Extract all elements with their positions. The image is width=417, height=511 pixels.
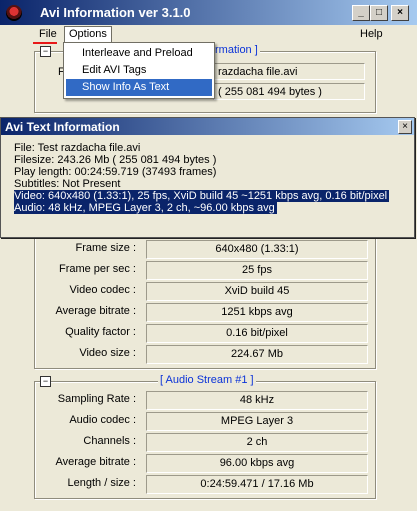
text-line-audio: Audio: 48 kHz, MPEG Layer 3, 2 ch, ~96.0… bbox=[14, 202, 277, 214]
text-info-window: Avi Text Information × File: Test razdac… bbox=[0, 117, 415, 238]
text-line-filesize: Filesize: 243.26 Mb ( 255 081 494 bytes … bbox=[14, 154, 217, 166]
options-dropdown: Interleave and Preload Edit AVI Tags Sho… bbox=[63, 42, 215, 99]
text-window-title: Avi Text Information bbox=[5, 120, 120, 134]
audio-field-label: Channels : bbox=[83, 435, 136, 447]
text-line-subtitles: Subtitles: Not Present bbox=[14, 178, 121, 190]
file-menu-underline bbox=[33, 42, 57, 44]
audio-field-value: 0:24:59.471 / 17.16 Mb bbox=[146, 475, 368, 494]
video-field-value: 0.16 bit/pixel bbox=[146, 324, 368, 343]
window-title: Avi Information ver 3.1.0 bbox=[40, 5, 191, 20]
audio-field-label: Sampling Rate : bbox=[57, 393, 136, 405]
menu-item-show-info-as-text[interactable]: Show Info As Text bbox=[66, 79, 212, 96]
text-window-title-bar[interactable]: Avi Text Information × bbox=[1, 118, 414, 135]
file-section-title: rmation ] bbox=[213, 44, 260, 56]
menu-item-interleave-preload[interactable]: Interleave and Preload bbox=[66, 45, 212, 62]
title-bar[interactable]: Avi Information ver 3.1.0 _ □ × bbox=[0, 0, 417, 25]
video-field-value: 224.67 Mb bbox=[146, 345, 368, 364]
audio-field-value: 2 ch bbox=[146, 433, 368, 452]
menu-help[interactable]: Help bbox=[356, 26, 387, 42]
minimize-button[interactable]: _ bbox=[352, 5, 370, 21]
audio-section-title: [ Audio Stream #1 ] bbox=[158, 374, 256, 386]
close-button[interactable]: × bbox=[391, 5, 409, 21]
text-line-video: Video: 640x480 (1.33:1), 25 fps, XviD bu… bbox=[14, 190, 390, 202]
app-logo-icon[interactable] bbox=[6, 5, 22, 21]
text-info-area[interactable]: File: Test razdacha file.avi Filesize: 2… bbox=[11, 139, 406, 232]
text-window-close-button[interactable]: × bbox=[398, 120, 412, 134]
video-field-label: Video codec : bbox=[69, 284, 136, 296]
video-field-label: Average bitrate : bbox=[55, 305, 136, 317]
menu-bar bbox=[0, 25, 417, 43]
audio-field-value: 48 kHz bbox=[146, 391, 368, 410]
maximize-button[interactable]: □ bbox=[370, 5, 388, 21]
video-field-value: 640x480 (1.33:1) bbox=[146, 240, 368, 259]
audio-field-value: MPEG Layer 3 bbox=[146, 412, 368, 431]
video-field-value: 1251 kbps avg bbox=[146, 303, 368, 322]
video-field-label: Quality factor : bbox=[65, 326, 136, 338]
video-field-label: Frame per sec : bbox=[58, 263, 136, 275]
filesize-field: ( 255 081 494 bytes ) bbox=[213, 83, 365, 100]
audio-field-label: Length / size : bbox=[67, 477, 137, 489]
audio-field-label: Average bitrate : bbox=[55, 456, 136, 468]
video-field-label: Video size : bbox=[79, 347, 136, 359]
file-section-collapse-icon[interactable]: − bbox=[40, 46, 51, 57]
video-field-value: XviD build 45 bbox=[146, 282, 368, 301]
text-line-play-length: Play length: 00:24:59.719 (37493 frames) bbox=[14, 166, 217, 178]
filename-field: razdacha file.avi bbox=[213, 63, 365, 80]
text-line-file: File: Test razdacha file.avi bbox=[14, 142, 141, 154]
menu-item-edit-avi-tags[interactable]: Edit AVI Tags bbox=[66, 62, 212, 79]
audio-section-collapse-icon[interactable]: − bbox=[40, 376, 51, 387]
menu-options[interactable]: Options bbox=[64, 26, 112, 42]
audio-field-value: 96.00 kbps avg bbox=[146, 454, 368, 473]
video-field-label: Frame size : bbox=[75, 242, 136, 254]
main-window: Avi Information ver 3.1.0 _ □ × File Opt… bbox=[0, 0, 417, 511]
audio-field-label: Audio codec : bbox=[69, 414, 136, 426]
menu-file[interactable]: File bbox=[35, 26, 61, 42]
video-field-value: 25 fps bbox=[146, 261, 368, 280]
